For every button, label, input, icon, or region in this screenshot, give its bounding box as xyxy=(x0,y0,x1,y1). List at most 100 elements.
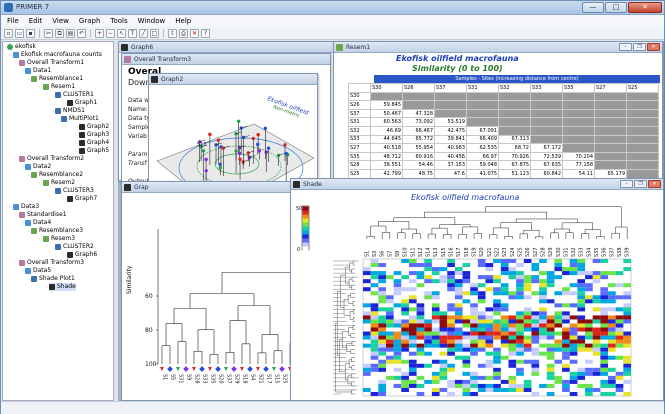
tree-item[interactable]: Overall Transform3 xyxy=(19,259,84,267)
shade-minimize-button[interactable]: – xyxy=(620,180,633,188)
select-icon[interactable]: ↖ xyxy=(117,28,126,38)
tree-item[interactable]: Resemblance1 xyxy=(31,75,83,83)
heatmap-cell xyxy=(562,335,570,340)
text-icon[interactable]: T xyxy=(128,28,137,38)
heatmap-cell xyxy=(454,283,463,288)
print-icon[interactable]: ⎙ xyxy=(179,28,188,38)
tree-item[interactable]: Graph7 xyxy=(67,195,97,203)
tree-item[interactable]: Data1 xyxy=(25,67,51,75)
shade-window[interactable]: Shade – ❐ ✕ Ekofisk oilfield macrofauna 50… xyxy=(290,178,664,401)
tree-item[interactable]: Ekofisk macrofauna counts xyxy=(13,51,102,59)
tree-item[interactable]: CLUSTER1 xyxy=(55,91,94,99)
export-icon[interactable]: ⇪ xyxy=(168,28,177,38)
tree-item[interactable]: Data4 xyxy=(25,219,51,227)
new-icon[interactable]: ▫ xyxy=(4,28,13,38)
rect-icon[interactable]: □ xyxy=(150,28,159,38)
column-header[interactable]: S25 xyxy=(626,83,659,93)
open-icon[interactable]: ▭ xyxy=(15,28,24,38)
zoom-in-icon[interactable]: + xyxy=(95,28,104,38)
cut-icon[interactable]: ✂ xyxy=(44,28,53,38)
resem1-minimize-button[interactable]: – xyxy=(619,43,632,51)
tree-item[interactable]: Data5 xyxy=(25,267,51,275)
tree-item[interactable]: ekofisk xyxy=(7,43,36,51)
row-header[interactable]: S26 xyxy=(348,100,371,110)
workspace-explorer-tree[interactable]: ekofisk Ekofisk macrofauna counts Overall … xyxy=(2,41,114,401)
row-header[interactable]: S35 xyxy=(348,151,371,162)
shade-close-button[interactable]: ✕ xyxy=(648,180,661,188)
tree-item[interactable]: Overall Transform1 xyxy=(19,59,84,67)
copy-icon[interactable]: ⧉ xyxy=(55,28,64,38)
tree-item[interactable]: Resem2 xyxy=(43,179,75,187)
tree-item[interactable]: Data3 xyxy=(13,203,39,211)
sample-point xyxy=(256,142,260,147)
column-header[interactable]: S31 xyxy=(466,83,499,93)
sample-label: S21 xyxy=(487,247,493,257)
row-header[interactable]: S33 xyxy=(348,134,371,145)
heatmap-cell xyxy=(600,319,609,324)
column-header[interactable]: S35 xyxy=(562,83,595,93)
menu-edit[interactable]: Edit xyxy=(29,17,43,25)
tree-item[interactable]: Resemblance2 xyxy=(31,171,83,179)
menu-help[interactable]: Help xyxy=(175,17,191,25)
maximize-button[interactable]: □ xyxy=(605,2,627,13)
menu-tools[interactable]: Tools xyxy=(110,17,127,25)
tree-item[interactable]: Graph6 xyxy=(67,251,97,259)
help-icon[interactable]: ? xyxy=(201,28,210,38)
row-header[interactable]: S25 xyxy=(348,168,371,179)
row-header[interactable]: S32 xyxy=(348,125,371,136)
row-header[interactable]: S31 xyxy=(348,117,371,127)
tree-item[interactable]: Graph2 xyxy=(79,123,109,131)
line-icon[interactable]: ╱ xyxy=(139,28,148,38)
tree-item[interactable]: Graph3 xyxy=(79,131,109,139)
tree-item[interactable]: Graph4 xyxy=(79,139,109,147)
minimize-button[interactable]: — xyxy=(582,2,604,13)
row-header[interactable]: S28 xyxy=(348,160,371,170)
resem1-close-button[interactable]: ✕ xyxy=(647,43,660,51)
column-header[interactable]: S37 xyxy=(434,83,467,93)
resem1-window[interactable]: Resem1 – ❐ ✕ Ekofisk oilfield macrofauna S… xyxy=(333,41,663,188)
heatmap-cell xyxy=(554,323,563,328)
heatmap-cell xyxy=(508,347,517,352)
close-button[interactable]: ✕ xyxy=(628,2,662,13)
heatmap-cell xyxy=(462,319,471,324)
heatmap-cell xyxy=(370,367,379,372)
tree-item[interactable]: Overall Transform2 xyxy=(19,155,84,163)
row-header[interactable]: S27 xyxy=(348,143,371,153)
tree-item[interactable]: CLUSTER3 xyxy=(55,187,94,195)
tree-item[interactable]: Resem1 xyxy=(43,83,75,91)
undo-icon[interactable]: ↶ xyxy=(77,28,86,38)
column-header[interactable]: S27 xyxy=(594,83,627,93)
menu-view[interactable]: View xyxy=(52,17,69,25)
resem1-restore-button[interactable]: ❐ xyxy=(633,43,646,51)
tree-item[interactable]: MultiPlot1 xyxy=(61,115,99,123)
tree-item[interactable]: Shade xyxy=(49,283,76,291)
shade-plot[interactable]: 50 0 S1 S3 S6 S7 S9 S10 S11 S12 S14 S13 S15 S16 S17 S18… xyxy=(291,191,663,401)
zoom-out-icon[interactable]: − xyxy=(106,28,115,38)
site-label: S25 xyxy=(282,374,288,384)
column-header[interactable]: S30 xyxy=(370,83,403,93)
tree-item[interactable]: Graph1 xyxy=(67,99,97,107)
tree-item[interactable]: Shade Plot1 xyxy=(31,275,75,283)
column-header[interactable]: S26 xyxy=(402,83,435,93)
save-icon[interactable]: ▪ xyxy=(26,28,35,38)
column-header[interactable]: S32 xyxy=(498,83,531,93)
tree-item[interactable]: Standardise1 xyxy=(19,211,67,219)
menu-file[interactable]: File xyxy=(7,17,19,25)
site-label: S31 xyxy=(178,374,184,384)
tree-item[interactable]: CLUSTER2 xyxy=(55,243,94,251)
paste-icon[interactable]: ▤ xyxy=(66,28,75,38)
menu-graph[interactable]: Graph xyxy=(79,17,100,25)
tree-item[interactable]: Data2 xyxy=(25,163,51,171)
tree-item[interactable]: Resem3 xyxy=(43,235,75,243)
menu-window[interactable]: Window xyxy=(138,17,166,25)
tree-item[interactable]: Resemblance3 xyxy=(31,227,83,235)
row-header[interactable]: S37 xyxy=(348,108,371,119)
delete-icon[interactable]: ✕ xyxy=(190,28,199,38)
column-header[interactable]: S33 xyxy=(530,83,563,93)
tree-item[interactable]: NMDS1 xyxy=(55,107,85,115)
heatmap-cell xyxy=(416,391,425,396)
shade-restore-button[interactable]: ❐ xyxy=(634,180,647,188)
row-header[interactable]: S30 xyxy=(348,91,371,102)
tree-item[interactable]: Graph5 xyxy=(79,147,109,155)
sample-dendro-branch xyxy=(596,236,605,239)
